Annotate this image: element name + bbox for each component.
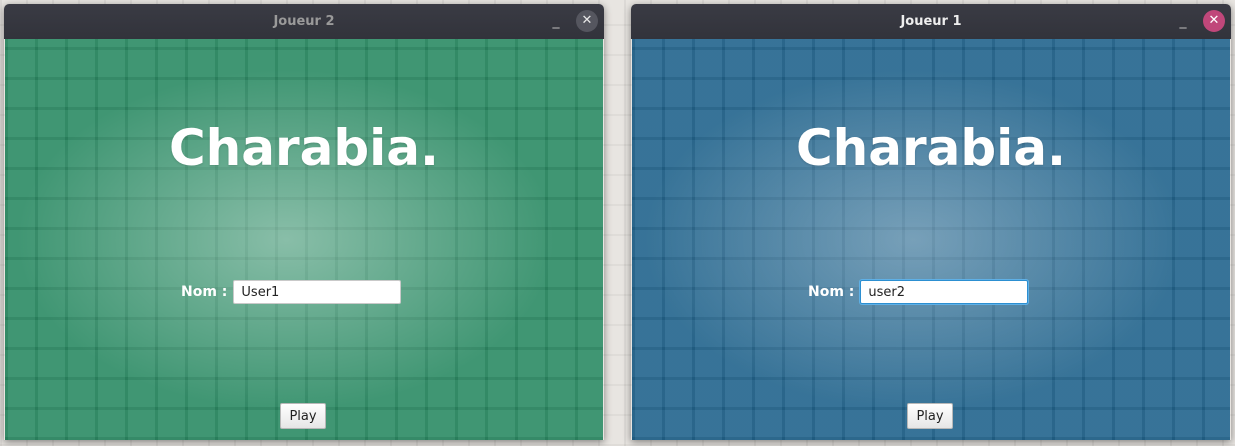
- minimize-icon[interactable]: _: [546, 11, 566, 31]
- game-title: Charabia.: [795, 119, 1067, 177]
- window-joueur-2: Joueur 2 _ ✕ Charabia. Nom : Play: [4, 4, 604, 440]
- window-joueur-1: Joueur 1 _ ✕ Charabia. Nom : Play: [631, 4, 1231, 440]
- name-row: Nom :: [808, 279, 1029, 305]
- play-button[interactable]: Play: [280, 403, 326, 429]
- game-panel: Charabia. Nom : Play: [5, 39, 603, 440]
- titlebar[interactable]: Joueur 1 _ ✕: [631, 4, 1231, 39]
- name-label: Nom :: [181, 284, 228, 300]
- close-icon[interactable]: ✕: [1203, 10, 1225, 32]
- name-input[interactable]: [860, 280, 1029, 304]
- game-title: Charabia.: [168, 119, 440, 177]
- game-panel: Charabia. Nom : Play: [632, 39, 1230, 440]
- name-label: Nom :: [808, 284, 855, 300]
- window-title: Joueur 1: [900, 14, 962, 29]
- close-icon[interactable]: ✕: [576, 10, 598, 32]
- play-button[interactable]: Play: [907, 403, 953, 429]
- name-input[interactable]: [233, 280, 402, 304]
- name-row: Nom :: [181, 279, 402, 305]
- titlebar[interactable]: Joueur 2 _ ✕: [4, 4, 604, 39]
- minimize-icon[interactable]: _: [1173, 11, 1193, 31]
- window-title: Joueur 2: [273, 14, 335, 29]
